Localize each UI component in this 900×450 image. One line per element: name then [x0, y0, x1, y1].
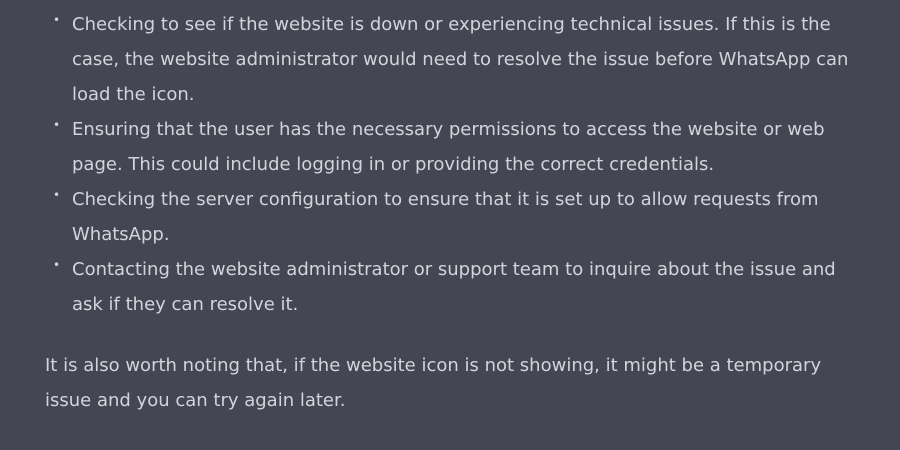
list-item-text: Checking to see if the website is down o… — [72, 14, 849, 105]
closing-paragraph: It is also worth noting that, if the web… — [45, 355, 822, 411]
list-item: • Ensuring that the user has the necessa… — [45, 112, 860, 182]
bullet-list: • Checking to see if the website is down… — [45, 7, 900, 322]
assistant-message: • Checking to see if the website is down… — [0, 0, 900, 450]
bullet-marker: • — [53, 258, 61, 272]
list-item: • Contacting the website administrator o… — [45, 252, 860, 322]
list-item-text: Ensuring that the user has the necessary… — [72, 119, 825, 175]
bullet-marker: • — [53, 188, 61, 202]
list-item: • Checking the server configuration to e… — [45, 182, 860, 252]
bullet-marker: • — [53, 13, 61, 27]
bullet-marker: • — [53, 118, 61, 132]
list-item-text: Checking the server configuration to ens… — [72, 189, 819, 245]
list-item-text: Contacting the website administrator or … — [72, 259, 836, 315]
list-item: • Checking to see if the website is down… — [45, 7, 860, 112]
